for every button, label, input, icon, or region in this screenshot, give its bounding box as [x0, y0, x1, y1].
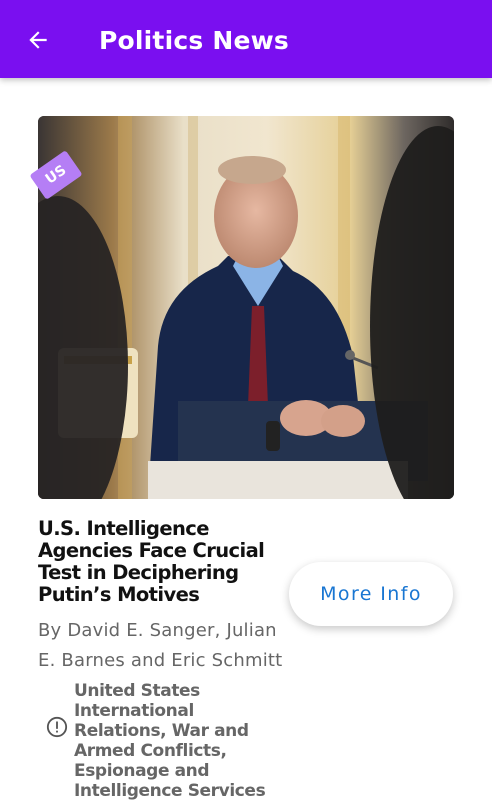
- back-button[interactable]: [20, 22, 56, 58]
- article-headline: U.S. Intelligence Agencies Face Crucial …: [38, 517, 265, 606]
- info-icon: [46, 716, 68, 738]
- news-photo: [38, 116, 454, 499]
- article-tags: United States International Relations, W…: [74, 681, 266, 801]
- more-info-button[interactable]: More Info: [289, 562, 453, 626]
- article-byline: By David E. Sanger, Julian E. Barnes and…: [38, 620, 283, 671]
- arrow-back-icon: [29, 31, 47, 49]
- article-image[interactable]: [38, 116, 454, 499]
- page-title: Politics News: [99, 26, 290, 55]
- app-bar: Politics News: [0, 0, 492, 78]
